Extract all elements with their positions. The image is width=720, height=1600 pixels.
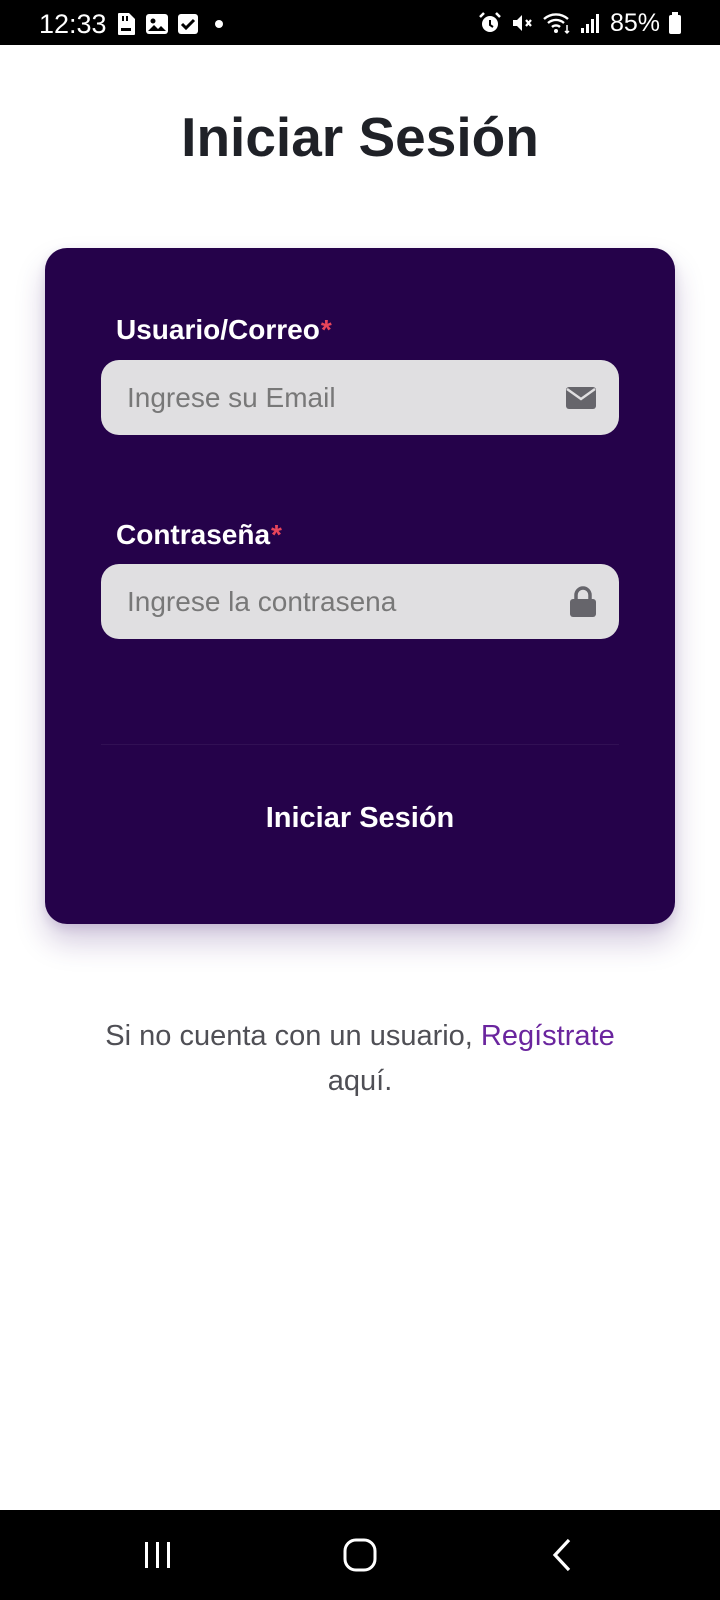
register-suffix: aquí. bbox=[327, 1065, 393, 1097]
home-button[interactable] bbox=[300, 1510, 420, 1600]
envelope-icon bbox=[565, 386, 597, 410]
divider bbox=[101, 744, 619, 745]
status-bar: 12:33 85% bbox=[0, 0, 720, 45]
lock-icon bbox=[569, 585, 597, 618]
login-card: Usuario/Correo* Contraseña* Iniciar Sesi… bbox=[45, 248, 675, 924]
image-icon bbox=[145, 12, 169, 36]
email-input[interactable] bbox=[101, 360, 619, 435]
password-input[interactable] bbox=[101, 564, 619, 639]
required-mark: * bbox=[320, 314, 332, 345]
sd-card-icon bbox=[115, 12, 137, 36]
recents-icon bbox=[143, 1541, 173, 1569]
required-mark: * bbox=[271, 519, 282, 550]
battery-icon bbox=[668, 11, 682, 35]
password-label: Contraseña* bbox=[116, 518, 282, 552]
password-label-text: Contraseña bbox=[116, 519, 271, 550]
back-icon bbox=[551, 1538, 573, 1572]
notification-icons bbox=[115, 12, 223, 36]
system-icons: 85% bbox=[478, 10, 682, 36]
password-field-wrapper bbox=[101, 564, 619, 639]
recents-button[interactable] bbox=[98, 1510, 218, 1600]
dot-icon bbox=[215, 20, 223, 28]
battery-percentage: 85% bbox=[609, 9, 660, 37]
email-label-text: Usuario/Correo bbox=[116, 314, 320, 345]
navigation-bar bbox=[0, 1510, 720, 1600]
signal-icon bbox=[580, 11, 602, 35]
alarm-icon bbox=[478, 11, 502, 35]
checkbox-icon bbox=[177, 12, 199, 36]
wifi-icon bbox=[542, 11, 572, 35]
status-time: 12:33 bbox=[39, 9, 107, 39]
back-button[interactable] bbox=[502, 1510, 622, 1600]
login-button[interactable]: Iniciar Sesión bbox=[101, 788, 619, 848]
home-icon bbox=[343, 1538, 377, 1572]
register-link[interactable]: Regístrate bbox=[481, 1020, 615, 1052]
email-label: Usuario/Correo* bbox=[116, 313, 332, 347]
page-title: Iniciar Sesión bbox=[181, 106, 539, 168]
register-prefix: Si no cuenta con un usuario, bbox=[105, 1020, 481, 1052]
email-field-wrapper bbox=[101, 360, 619, 435]
mute-icon bbox=[510, 11, 534, 35]
register-prompt: Si no cuenta con un usuario, Regístrate … bbox=[80, 1014, 640, 1104]
